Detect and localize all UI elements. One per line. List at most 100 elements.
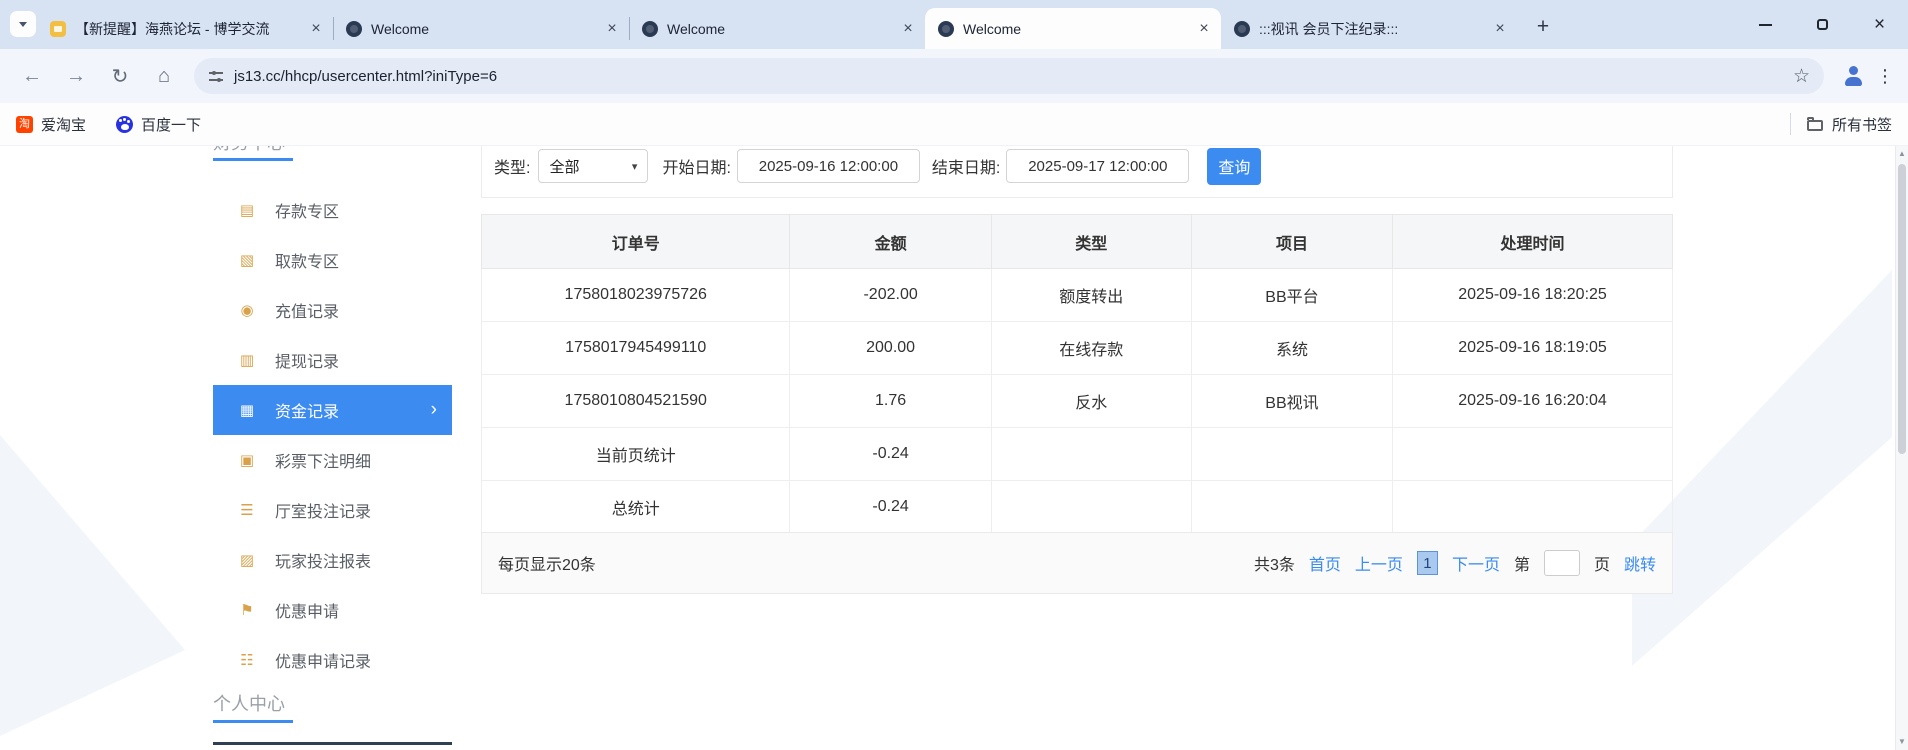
site-favicon-icon	[346, 20, 362, 37]
sidebar-section-personal[interactable]: 个人中心	[213, 692, 293, 723]
sidebar-item-player-bet-report[interactable]: ▨ 玩家投注报表	[213, 535, 452, 585]
end-date-input[interactable]	[1006, 149, 1190, 183]
column-header: 金额	[789, 214, 992, 269]
sidebar-item-funds-record[interactable]: ▦ 资金记录 ›	[213, 385, 452, 435]
browser-tab-welcome-2[interactable]: Welcome ×	[629, 8, 925, 49]
all-bookmarks-button[interactable]: 所有书签	[1832, 114, 1892, 135]
tab-close-icon[interactable]: ×	[899, 20, 917, 38]
sidebar-item-promo-apply[interactable]: ⚑ 优惠申请	[213, 585, 452, 635]
back-button[interactable]: ←	[13, 57, 51, 95]
profile-button[interactable]	[1838, 61, 1868, 91]
start-date-input[interactable]	[736, 149, 920, 183]
prev-page-link[interactable]: 上一页	[1355, 551, 1403, 575]
table-cell: 1758017945499110	[480, 321, 791, 375]
browser-tab-welcome-3[interactable]: Welcome ×	[925, 8, 1221, 49]
next-page-link[interactable]: 下一页	[1452, 551, 1500, 575]
first-page-link[interactable]: 首页	[1309, 551, 1341, 575]
table-cell: 当前页统计	[480, 427, 791, 481]
sidebar-item-withdraw[interactable]: ▧ 取款专区	[213, 235, 452, 285]
sidebar-item-withdraw-record[interactable]: ▥ 提现记录	[213, 335, 452, 385]
jump-button[interactable]: 跳转	[1624, 551, 1656, 575]
table-cell: 额度转出	[990, 268, 1192, 322]
page-content: 财务中心 ▤ 存款专区 ▧ 取款专区 ◉ 充值记录 ▥ 提现记录 ▦ 资金记录 › ▣ 彩票下注明细 ☰ 厅…	[0, 146, 1908, 750]
chevron-right-icon: ›	[430, 399, 437, 420]
scroll-up-icon[interactable]: ▲	[1896, 146, 1908, 162]
browser-tab-forum[interactable]: 【新提醒】海燕论坛 - 博学交流 ×	[37, 8, 333, 49]
table-cell	[1392, 427, 1673, 481]
sidebar-item-deposit[interactable]: ▤ 存款专区	[213, 185, 452, 235]
bookmark-star-icon[interactable]: ☆	[1793, 65, 1810, 88]
table-cell	[1190, 427, 1394, 481]
close-window-button[interactable]: ×	[1851, 0, 1908, 49]
home-button[interactable]: ⌂	[145, 57, 183, 95]
dropdown-arrow-icon: ▾	[631, 160, 638, 173]
tab-close-icon[interactable]: ×	[1491, 20, 1509, 38]
deposit-icon: ▤	[239, 202, 255, 219]
table-cell: 总统计	[480, 480, 791, 534]
sidebar-item-label: 玩家投注报表	[275, 554, 372, 571]
new-tab-button[interactable]: +	[1528, 12, 1558, 42]
table-row: 1758010804521590 1.76 反水 BB视讯 2025-09-16 16:…	[480, 374, 1673, 428]
forward-button[interactable]: →	[57, 57, 95, 95]
sidebar-item-recharge-record[interactable]: ◉ 充值记录	[213, 285, 452, 335]
current-page-badge[interactable]: 1	[1416, 551, 1438, 575]
browser-tab-welcome-1[interactable]: Welcome ×	[333, 8, 629, 49]
tab-close-icon[interactable]: ×	[1195, 20, 1213, 38]
column-header: 项目	[1190, 214, 1394, 269]
end-date-label: 结束日期:	[931, 160, 1001, 177]
type-select[interactable]: 全部 ▾	[538, 149, 649, 183]
scroll-down-icon[interactable]: ▼	[1896, 734, 1908, 750]
column-header: 订单号	[480, 214, 791, 269]
query-button[interactable]: 查询	[1207, 147, 1262, 185]
site-favicon-icon	[1234, 20, 1250, 37]
sidebar-item-promo-apply-record[interactable]: ☷ 优惠申请记录	[213, 635, 452, 685]
bookmark-item[interactable]: 百度一下	[116, 114, 201, 135]
table-cell: -202.00	[789, 268, 992, 322]
person-icon	[1842, 65, 1864, 87]
table-row: 当前页统计 -0.24	[480, 427, 1673, 481]
sidebar-item-hall-bet-record[interactable]: ☰ 厅室投注记录	[213, 485, 452, 535]
home-icon: ⌂	[157, 64, 171, 87]
start-date-label: 开始日期:	[662, 160, 731, 177]
table-cell: 反水	[990, 374, 1192, 428]
sidebar-section-finance[interactable]: 财务中心	[213, 146, 293, 161]
scrollbar-thumb[interactable]	[1898, 164, 1906, 454]
tab-close-icon[interactable]: ×	[603, 20, 621, 38]
table-cell	[1190, 480, 1394, 534]
table-cell	[1392, 480, 1673, 534]
tab-title: 【新提醒】海燕论坛 - 博学交流	[75, 20, 270, 37]
table-cell: 1.76	[789, 374, 992, 428]
sidebar-item-label: 彩票下注明细	[275, 454, 372, 471]
sidebar-item-lottery-bet-detail[interactable]: ▣ 彩票下注明细	[213, 435, 452, 485]
close-icon: ×	[1873, 14, 1886, 35]
tab-search-button[interactable]	[10, 11, 36, 37]
table-cell: 200.00	[789, 321, 992, 375]
address-bar[interactable]: js13.cc/hhcp/usercenter.html?iniType=6 ☆	[194, 58, 1824, 94]
bookmarks-right: 所有书签	[1789, 113, 1892, 135]
page-scrollbar[interactable]: ▲ ▼	[1895, 146, 1908, 750]
table-row: 1758018023975726 -202.00 额度转出 BB平台 2025-09-1…	[480, 268, 1673, 322]
lottery-bet-detail-icon: ▣	[239, 452, 255, 469]
table-cell: 2025-09-16 18:19:05	[1392, 321, 1673, 375]
jump-page-input[interactable]	[1543, 550, 1580, 576]
maximize-button[interactable]	[1794, 0, 1851, 49]
browser-tab-betting-record[interactable]: :::视讯 会员下注纪录::: ×	[1221, 8, 1517, 49]
tab-title: Welcome	[963, 20, 1022, 37]
reload-button[interactable]: ↻	[101, 57, 139, 95]
minimize-button[interactable]	[1737, 0, 1794, 49]
filter-panel: 类型: 全部 ▾ 开始日期: 结束日期: 查询	[481, 146, 1673, 198]
section-title: 个人中心	[213, 694, 285, 714]
bookmark-item[interactable]: 淘爱淘宝	[16, 114, 86, 135]
table-cell: -0.24	[789, 427, 992, 481]
url-text: js13.cc/hhcp/usercenter.html?iniType=6	[234, 67, 498, 85]
type-select-value: 全部	[549, 158, 580, 176]
sidebar-item-label: 优惠申请	[275, 604, 340, 621]
records-table: 订单号 金额 类型 项目 处理时间 1758018023975726 -202.00 额度转…	[480, 214, 1673, 534]
sidebar-item-label: 厅室投注记录	[275, 504, 372, 521]
total-count-text: 共3条	[1254, 557, 1295, 574]
sidebar-item-label: 充值记录	[275, 304, 340, 321]
site-favicon-icon	[642, 20, 658, 37]
browser-menu-button[interactable]: ⋮	[1872, 66, 1898, 87]
tab-close-icon[interactable]: ×	[307, 20, 325, 38]
site-info-icon[interactable]	[208, 68, 224, 84]
